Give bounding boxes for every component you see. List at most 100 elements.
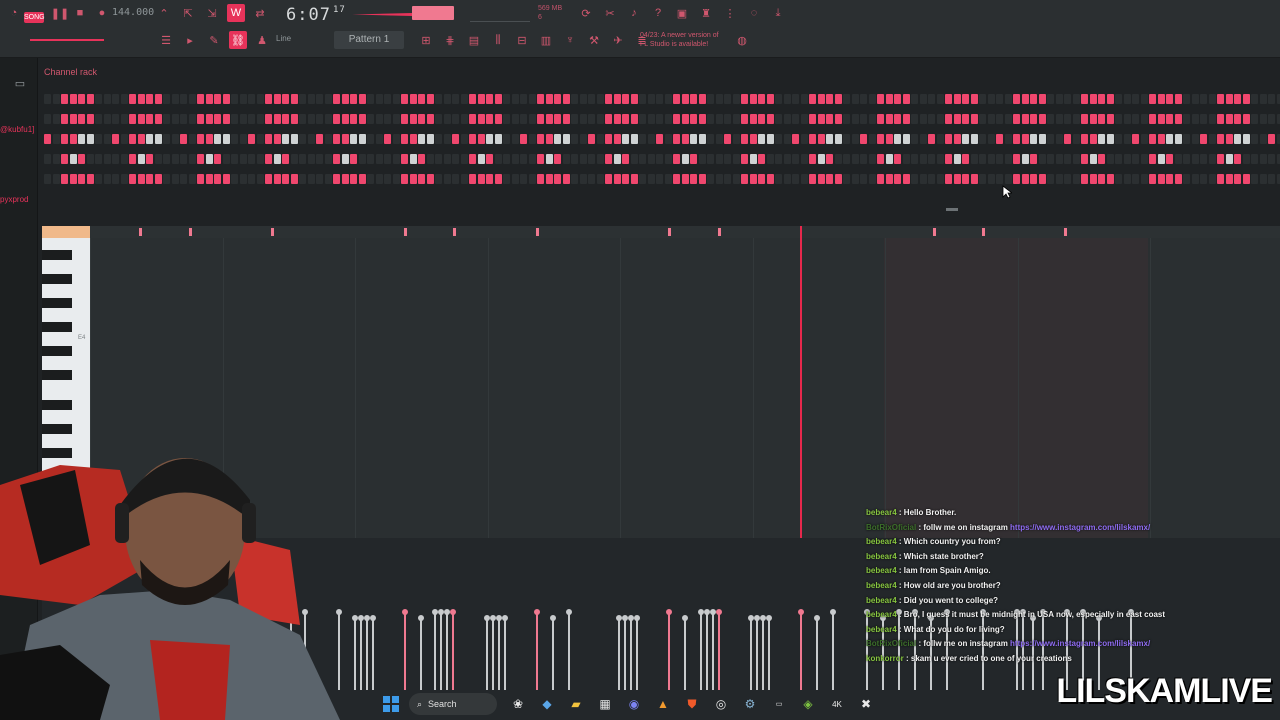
step-button[interactable] bbox=[1089, 134, 1097, 144]
step-button[interactable] bbox=[205, 94, 213, 104]
step-button[interactable] bbox=[732, 154, 740, 164]
step-button[interactable] bbox=[987, 174, 995, 184]
step-button[interactable] bbox=[154, 94, 162, 104]
timeline-marker[interactable] bbox=[718, 228, 721, 236]
step-button[interactable] bbox=[1106, 174, 1114, 184]
step-button[interactable] bbox=[78, 134, 85, 144]
step-button[interactable] bbox=[205, 174, 213, 184]
step-button[interactable] bbox=[1242, 154, 1250, 164]
step-button[interactable] bbox=[681, 114, 689, 124]
step-button[interactable] bbox=[1208, 174, 1216, 184]
timeline-marker[interactable] bbox=[536, 228, 539, 236]
step-button[interactable] bbox=[324, 114, 332, 124]
step-button[interactable] bbox=[282, 154, 289, 164]
step-button[interactable] bbox=[494, 134, 502, 144]
step-button[interactable] bbox=[732, 94, 740, 104]
step-button[interactable] bbox=[1174, 134, 1182, 144]
step-button[interactable] bbox=[120, 134, 128, 144]
step-button[interactable] bbox=[222, 114, 230, 124]
step-button[interactable] bbox=[996, 114, 1003, 124]
step-button[interactable] bbox=[851, 154, 859, 164]
pause-button[interactable]: ❚❚ bbox=[51, 4, 69, 22]
step-button[interactable] bbox=[1259, 94, 1267, 104]
step-button[interactable] bbox=[766, 114, 774, 124]
step-button[interactable] bbox=[868, 154, 876, 164]
step-button[interactable] bbox=[1081, 114, 1088, 124]
step-button[interactable] bbox=[1268, 114, 1275, 124]
step-button[interactable] bbox=[936, 94, 944, 104]
tempo-display[interactable]: 144.000 bbox=[112, 7, 154, 21]
step-button[interactable] bbox=[868, 174, 876, 184]
step-button[interactable] bbox=[996, 134, 1003, 144]
step-button[interactable] bbox=[1123, 134, 1131, 144]
step-button[interactable] bbox=[571, 174, 578, 184]
step-button[interactable] bbox=[970, 174, 978, 184]
step-button[interactable] bbox=[163, 174, 170, 184]
step-button[interactable] bbox=[868, 94, 876, 104]
step-button[interactable] bbox=[375, 134, 383, 144]
step-button[interactable] bbox=[537, 114, 544, 124]
velocity-bar[interactable] bbox=[402, 609, 408, 690]
discord-icon[interactable]: ◉ bbox=[623, 693, 645, 715]
velocity-bar[interactable] bbox=[566, 609, 572, 690]
step-button[interactable] bbox=[800, 154, 808, 164]
step-button[interactable] bbox=[1225, 134, 1233, 144]
step-button[interactable] bbox=[698, 134, 706, 144]
step-button[interactable] bbox=[520, 154, 527, 164]
step-button[interactable] bbox=[562, 94, 570, 104]
step-button[interactable] bbox=[962, 134, 969, 144]
step-button[interactable] bbox=[537, 174, 544, 184]
step-button[interactable] bbox=[571, 94, 578, 104]
step-button[interactable] bbox=[928, 134, 935, 144]
step-button[interactable] bbox=[613, 114, 621, 124]
step-button[interactable] bbox=[656, 174, 663, 184]
step-button[interactable] bbox=[800, 114, 808, 124]
step-button[interactable] bbox=[392, 154, 400, 164]
step-button[interactable] bbox=[1115, 114, 1122, 124]
velocity-bar[interactable] bbox=[364, 615, 370, 690]
app-icon[interactable]: ▭ bbox=[768, 693, 790, 715]
step-button[interactable] bbox=[953, 154, 961, 164]
step-button[interactable] bbox=[503, 114, 510, 124]
step-button[interactable] bbox=[758, 174, 765, 184]
step-button[interactable] bbox=[409, 114, 417, 124]
step-button[interactable] bbox=[528, 174, 536, 184]
step-button[interactable] bbox=[979, 134, 986, 144]
step-button[interactable] bbox=[494, 174, 502, 184]
step-button[interactable] bbox=[52, 154, 60, 164]
step-button[interactable] bbox=[1098, 94, 1105, 104]
step-button[interactable] bbox=[197, 114, 204, 124]
step-button[interactable] bbox=[698, 94, 706, 104]
step-button[interactable] bbox=[477, 114, 485, 124]
step-button[interactable] bbox=[307, 114, 315, 124]
velocity-bar[interactable] bbox=[634, 615, 640, 690]
step-button[interactable] bbox=[486, 134, 493, 144]
step-button[interactable] bbox=[741, 94, 748, 104]
step-button[interactable] bbox=[647, 94, 655, 104]
step-button[interactable] bbox=[851, 114, 859, 124]
step-button[interactable] bbox=[452, 134, 459, 144]
step-button[interactable] bbox=[367, 134, 374, 144]
obs-icon[interactable]: ◎ bbox=[710, 693, 732, 715]
step-button[interactable] bbox=[1174, 174, 1182, 184]
step-button[interactable] bbox=[1021, 134, 1029, 144]
step-button[interactable] bbox=[282, 114, 289, 124]
step-button[interactable] bbox=[588, 174, 595, 184]
step-button[interactable] bbox=[800, 134, 808, 144]
step-button[interactable] bbox=[732, 134, 740, 144]
step-button[interactable] bbox=[622, 134, 629, 144]
step-button[interactable] bbox=[1276, 154, 1280, 164]
plugin-picker-icon[interactable]: ♆ bbox=[561, 31, 579, 49]
step-button[interactable] bbox=[1030, 174, 1037, 184]
step-button[interactable] bbox=[299, 154, 306, 164]
step-button[interactable] bbox=[928, 154, 935, 164]
step-button[interactable] bbox=[613, 154, 621, 164]
step-button[interactable] bbox=[1234, 94, 1241, 104]
step-button[interactable] bbox=[1038, 154, 1046, 164]
step-button[interactable] bbox=[826, 114, 833, 124]
step-button[interactable] bbox=[1268, 154, 1275, 164]
step-button[interactable] bbox=[273, 154, 281, 164]
step-button[interactable] bbox=[528, 94, 536, 104]
step-button[interactable] bbox=[418, 114, 425, 124]
velocity-bar[interactable] bbox=[622, 615, 628, 690]
